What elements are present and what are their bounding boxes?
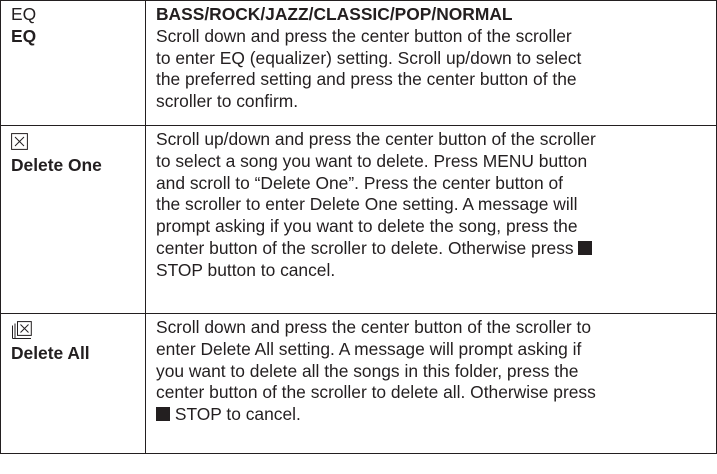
description-line: to enter EQ (equalizer) setting. Scroll … xyxy=(156,47,582,68)
icon-cell-delete-all: Delete All xyxy=(0,313,146,454)
description-line: Scroll down and press the center button … xyxy=(156,317,592,337)
description-line-with-stop: STOP to cancel. xyxy=(156,404,712,426)
eq-options-heading: BASS/ROCK/JAZZ/CLASSIC/POP/NORMAL xyxy=(156,4,513,24)
icon-cell-delete-one: Delete One xyxy=(0,125,146,314)
setting-name-delete-all: Delete All xyxy=(11,343,90,363)
eq-glyph: EQ xyxy=(11,4,37,24)
description-line: center button of the scroller to delete … xyxy=(156,382,596,403)
description-line-with-stop: center button of the scroller to delete.… xyxy=(156,238,712,260)
table-row-delete-all: Delete All Scroll down and press the cen… xyxy=(0,313,717,454)
description-line: Scroll up/down and press the center butt… xyxy=(156,129,596,149)
description-line: enter Delete All setting. A message will… xyxy=(156,338,582,359)
setting-name-eq: EQ xyxy=(11,25,37,46)
table-row-eq: EQ EQ BASS/ROCK/JAZZ/CLASSIC/POP/NORMAL … xyxy=(0,0,717,126)
description-cell-delete-all: Scroll down and press the center button … xyxy=(145,313,717,454)
description-line: prompt asking if you want to delete the … xyxy=(156,216,578,237)
description-line: you want to delete all the songs in this… xyxy=(156,360,579,381)
settings-table: EQ EQ BASS/ROCK/JAZZ/CLASSIC/POP/NORMAL … xyxy=(0,0,717,454)
description-cell-eq: BASS/ROCK/JAZZ/CLASSIC/POP/NORMAL Scroll… xyxy=(145,0,717,126)
description-line: and scroll to “Delete One”. Press the ce… xyxy=(156,172,563,193)
description-line: center button of the scroller to delete.… xyxy=(156,237,574,258)
stop-square-icon xyxy=(578,240,593,255)
description-line: the preferred setting and press the cent… xyxy=(156,69,577,90)
description-cell-delete-one: Scroll up/down and press the center butt… xyxy=(145,125,717,314)
delete-one-icon xyxy=(11,133,145,155)
description-line: Scroll down and press the center button … xyxy=(156,25,572,46)
setting-name-delete-one: Delete One xyxy=(11,155,102,175)
delete-all-icon xyxy=(11,321,145,343)
description-line: STOP to cancel. xyxy=(174,404,301,425)
description-line: scroller to confirm. xyxy=(156,91,299,112)
table-row-delete-one: Delete One Scroll up/down and press the … xyxy=(0,125,717,314)
description-line: STOP button to cancel. xyxy=(156,259,336,280)
stop-square-icon xyxy=(156,407,170,422)
description-line: the scroller to enter Delete One setting… xyxy=(156,194,578,215)
description-line: to select a song you want to delete. Pre… xyxy=(156,150,588,171)
icon-cell-eq: EQ EQ xyxy=(0,0,146,126)
